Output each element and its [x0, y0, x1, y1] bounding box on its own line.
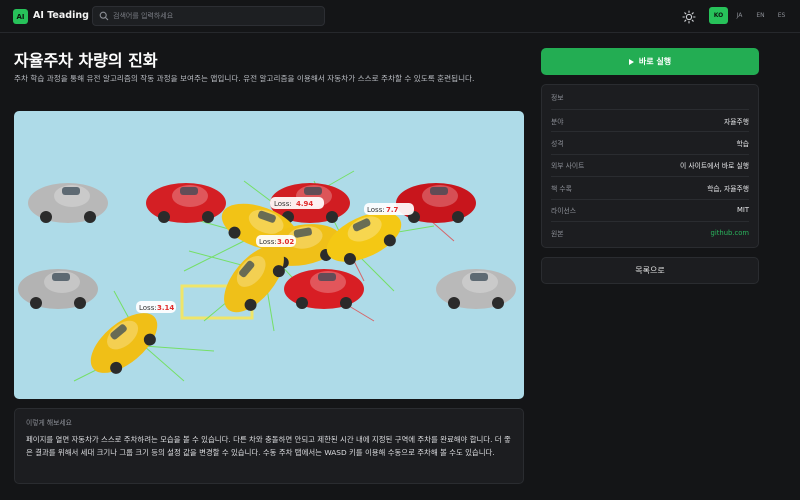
svg-text:Loss:: Loss: [139, 304, 157, 312]
info-row-field: 분야 자율주행 [551, 109, 749, 131]
svg-text:Loss:: Loss: [367, 206, 385, 214]
svg-text:Loss:: Loss: [259, 238, 277, 246]
svg-text:7.7: 7.7 [386, 206, 399, 214]
info-value: 학습, 자율주행 [707, 184, 749, 193]
info-key: 성격 [551, 140, 564, 149]
info-value: 이 사이트에서 바로 실행 [679, 162, 749, 171]
loss-label: Loss: 3.02 [256, 235, 296, 247]
lang-ja-button[interactable]: JA [730, 7, 749, 24]
parked-car-grey [436, 269, 516, 309]
run-now-label: 바로 실행 [638, 57, 672, 66]
language-switcher: KO JA EN ES [709, 7, 791, 24]
lang-ko-button[interactable]: KO [709, 7, 728, 24]
source-link[interactable]: github.com [711, 229, 749, 237]
howto-body: 페이지를 열면 자동차가 스스로 주차하려는 모습을 볼 수 있습니다. 다른 … [26, 435, 511, 457]
search-input[interactable] [113, 9, 313, 23]
search-icon [99, 11, 109, 21]
brand-name[interactable]: AI Teading [33, 10, 89, 21]
info-title: 정보 [551, 94, 564, 102]
page-description: 주차 학습 과정을 통해 유전 알고리즘의 작동 과정을 보여주는 앱입니다. … [14, 74, 475, 83]
info-value: 자율주행 [723, 117, 749, 126]
sun-icon[interactable] [682, 10, 696, 24]
parked-car-grey [28, 183, 108, 223]
svg-text:Loss:: Loss: [274, 200, 292, 208]
howto-panel: 이렇게 해보세요 페이지를 열면 자동차가 스스로 주차하려는 모습을 볼 수 … [14, 408, 524, 484]
run-now-button[interactable]: 바로 실행 [541, 48, 759, 75]
play-icon [628, 58, 634, 65]
svg-text:4.94: 4.94 [296, 200, 313, 208]
simulation-canvas[interactable]: Loss: 4.94 Loss: 7.7 Loss: 3.02 Loss: 3.… [14, 111, 524, 399]
howto-title: 이렇게 해보세요 [26, 419, 72, 427]
info-key: 책 수록 [551, 184, 572, 193]
svg-text:3.14: 3.14 [157, 304, 174, 312]
info-panel: 정보 분야 자율주행 성격 학습 외부 사이트 이 사이트에서 바로 실행 책 … [541, 84, 759, 248]
loss-label: Loss: 4.94 [270, 197, 324, 209]
lang-en-button[interactable]: EN [751, 7, 770, 24]
top-bar: AI AI Teading KO JA EN ES [0, 0, 800, 33]
info-row-book: 책 수록 학습, 자율주행 [551, 176, 749, 198]
parking-scene: Loss: 4.94 Loss: 7.7 Loss: 3.02 Loss: 3.… [18, 170, 516, 385]
info-row-type: 성격 학습 [551, 131, 749, 153]
loss-label: Loss: 3.14 [136, 301, 176, 313]
loss-label: Loss: 7.7 [364, 203, 414, 215]
lang-es-button[interactable]: ES [772, 7, 791, 24]
info-key: 분야 [551, 117, 564, 126]
info-key: 라이선스 [551, 207, 577, 216]
parked-car-red [146, 183, 226, 223]
parked-car-grey [18, 269, 98, 309]
info-row-source: 원본 github.com [551, 220, 749, 243]
back-to-list-button[interactable]: 목록으로 [541, 257, 759, 284]
svg-text:3.02: 3.02 [277, 238, 294, 246]
info-key: 외부 사이트 [551, 162, 585, 171]
search-box[interactable] [92, 6, 325, 26]
info-value: 학습 [736, 140, 749, 149]
info-row-license: 라이선스 MIT [551, 198, 749, 221]
logo-icon[interactable]: AI [13, 9, 28, 24]
page-title: 자율주차 차량의 진화 [14, 51, 158, 70]
info-key: 원본 [551, 229, 564, 238]
info-value: MIT [736, 206, 749, 215]
info-row-external-site: 외부 사이트 이 사이트에서 바로 실행 [551, 153, 749, 176]
parked-car-red [284, 269, 364, 309]
